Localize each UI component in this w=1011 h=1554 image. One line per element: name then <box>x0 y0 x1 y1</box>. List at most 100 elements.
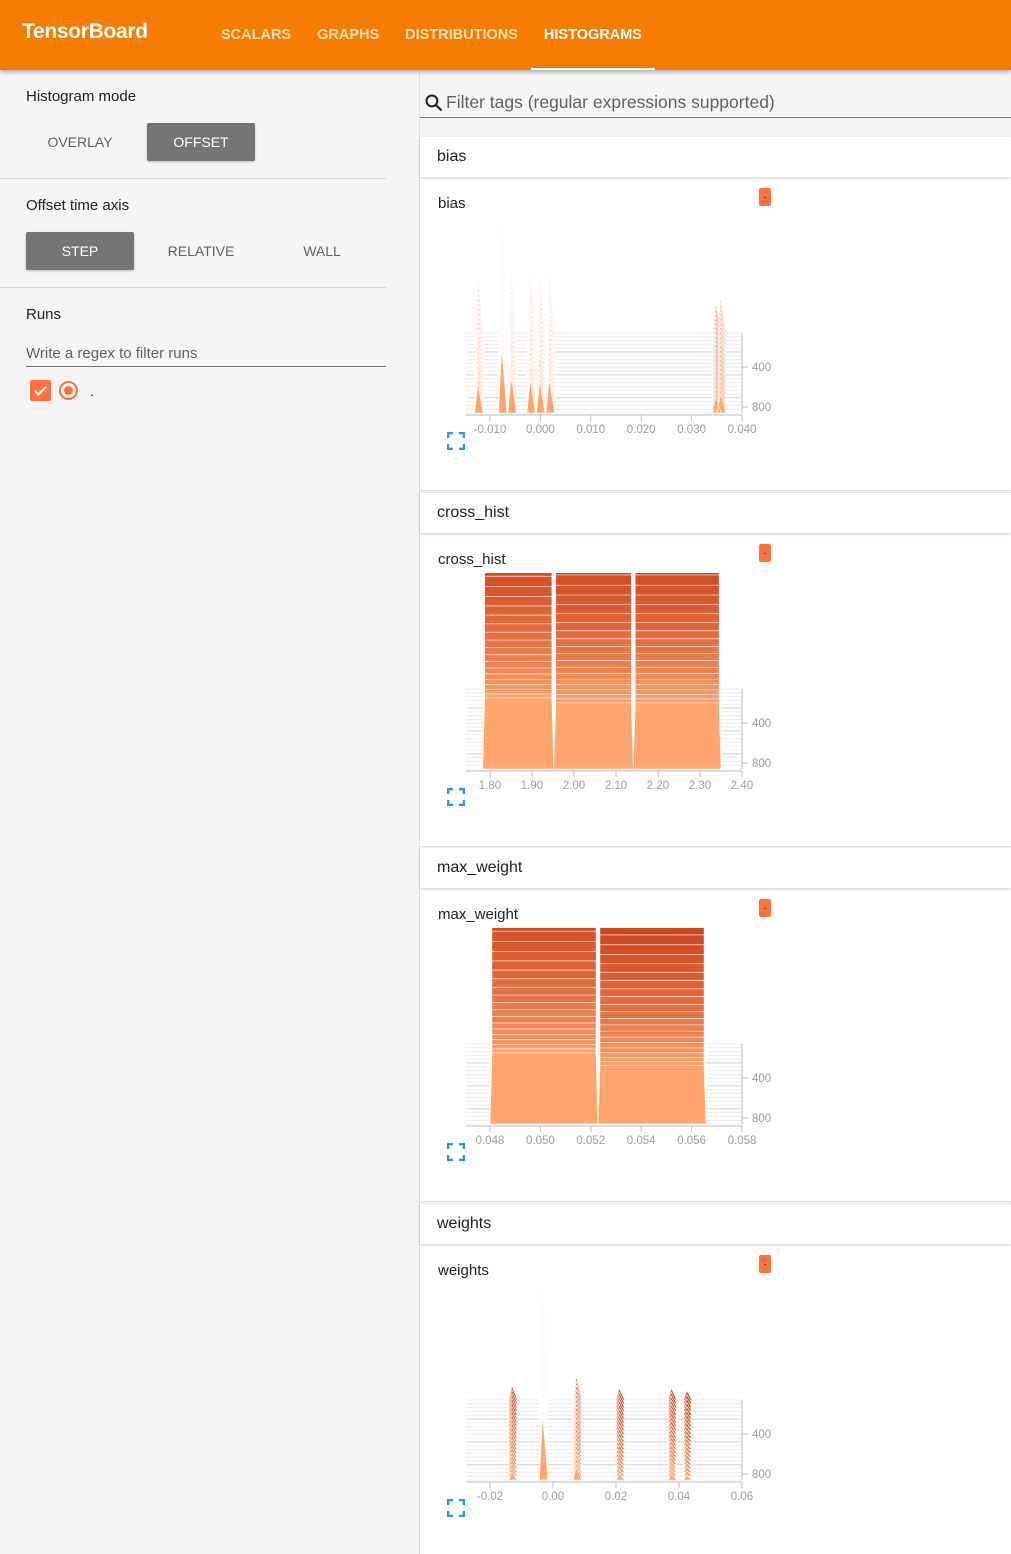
relative-button[interactable]: RELATIVE <box>147 232 255 270</box>
histogram-slice <box>508 1339 693 1435</box>
x-tick-label: 2.00 <box>563 780 585 792</box>
sidebar: Histogram mode OVERLAY OFFSET Offset tim… <box>0 70 420 1554</box>
expand-icon[interactable] <box>447 432 465 450</box>
offset-time-axis-label: Offset time axis <box>26 197 130 214</box>
y-tick-label: 400 <box>752 362 771 374</box>
histogram-slice <box>508 1351 693 1443</box>
x-tick-label: 0.048 <box>476 1135 505 1147</box>
run-color-chip: . <box>759 544 771 562</box>
histogram-mode-label: Histogram mode <box>26 88 137 105</box>
runs-label: Runs <box>26 306 62 323</box>
divider <box>0 287 386 288</box>
y-tick-label: 800 <box>752 402 771 414</box>
histogram-slice <box>508 1288 693 1405</box>
run-color-chip: . <box>759 1255 771 1273</box>
x-tick-label: -0.02 <box>477 1491 503 1503</box>
histogram-slice <box>482 697 722 770</box>
run-color-chip: . <box>759 899 771 917</box>
tab-histograms[interactable]: HISTOGRAMS <box>530 0 655 70</box>
tab-distributions[interactable]: DISTRIBUTIONS <box>392 0 531 70</box>
category-header-max-weight[interactable]: max_weight <box>420 848 1011 888</box>
run-checkbox[interactable] <box>30 380 51 401</box>
x-tick-label: 0.040 <box>728 424 757 436</box>
x-tick-label: 0.054 <box>627 1135 656 1147</box>
x-tick-label: 1.80 <box>479 780 501 792</box>
tab-scalars[interactable]: SCALARS <box>208 0 304 70</box>
x-tick-label: 1.90 <box>521 780 543 792</box>
y-tick-label: 400 <box>752 1429 771 1441</box>
histogram-slice <box>508 1294 693 1408</box>
x-tick-label: 0.010 <box>576 424 605 436</box>
histogram-chart-weights: -0.02 0.00 0.02 0.04 0.06 400 800 <box>466 1284 771 1503</box>
expand-icon[interactable] <box>447 788 465 806</box>
x-tick-label: 0.00 <box>542 1491 564 1503</box>
histogram-slice <box>508 1313 693 1420</box>
card-title: weights <box>438 1262 489 1279</box>
main-content: bias bias . -0.010 0.000 0.010 0.020 0.030 0.… <box>420 70 1011 1554</box>
y-tick-label: 400 <box>752 1073 771 1085</box>
x-tick-label: 0.020 <box>627 424 656 436</box>
histogram-slice <box>508 1284 693 1401</box>
divider <box>0 178 386 179</box>
tag-filter-input[interactable] <box>446 88 1006 116</box>
histogram-slice <box>508 1307 693 1416</box>
run-color-chip: . <box>759 188 771 206</box>
card-title: cross_hist <box>438 551 506 568</box>
y-tick-label: 800 <box>752 1469 771 1481</box>
x-tick-label: 0.056 <box>677 1135 706 1147</box>
histogram-card-max-weight: max_weight . 0.048 0.050 0.052 0.054 0.056 0.… <box>420 888 1011 1202</box>
histogram-chart-cross-hist: 1.80 1.90 2.00 2.10 2.20 2.30 2.40 400 800 <box>466 573 771 792</box>
x-tick-label: 2.10 <box>605 780 627 792</box>
category-header-weights[interactable]: weights <box>420 1204 1011 1244</box>
histogram-card-bias: bias . -0.010 0.000 0.010 0.020 0.030 0.040 40… <box>420 177 1011 491</box>
card-title: bias <box>438 195 466 212</box>
category-header-cross-hist[interactable]: cross_hist <box>420 493 1011 533</box>
histogram-chart-bias: -0.010 0.000 0.010 0.020 0.030 0.040 400 800 <box>466 217 771 436</box>
check-icon <box>34 385 47 397</box>
expand-icon[interactable] <box>447 1499 465 1517</box>
x-tick-label: 0.030 <box>677 424 706 436</box>
histogram-slice <box>508 1370 693 1454</box>
run-name: . <box>90 382 94 399</box>
offset-button[interactable]: OFFSET <box>147 123 255 161</box>
x-tick-label: 2.30 <box>689 780 711 792</box>
category-header-bias[interactable]: bias <box>420 137 1011 177</box>
overlay-button[interactable]: OVERLAY <box>26 123 134 161</box>
x-tick-label: 0.058 <box>728 1135 757 1147</box>
y-tick-label: 800 <box>752 758 771 770</box>
histogram-card-weights: weights . -0.02 0.00 0.02 0.04 0.06 400 800 <box>420 1244 1011 1554</box>
histogram-slice <box>508 1415 693 1481</box>
histogram-slice <box>508 1300 693 1412</box>
x-tick-label: 0.050 <box>526 1135 555 1147</box>
histogram-slice <box>508 1345 693 1439</box>
histogram-slice <box>508 1332 693 1431</box>
y-tick-label: 400 <box>752 718 771 730</box>
tag-filter <box>420 88 1011 118</box>
x-tick-label: 0.06 <box>731 1491 753 1503</box>
run-row: . <box>30 380 94 401</box>
top-bar: TensorBoard SCALARS GRAPHS DISTRIBUTIONS… <box>0 0 1011 70</box>
run-radio[interactable] <box>59 381 78 400</box>
step-button[interactable]: STEP <box>26 232 134 270</box>
x-tick-label: 2.40 <box>731 780 753 792</box>
histogram-slice <box>508 1377 693 1458</box>
histogram-slice <box>508 1396 693 1469</box>
x-tick-label: 0.000 <box>526 424 555 436</box>
x-tick-label: 2.20 <box>647 780 669 792</box>
expand-icon[interactable] <box>447 1143 465 1161</box>
x-tick-label: 0.02 <box>605 1491 627 1503</box>
x-tick-label: 0.04 <box>668 1491 691 1503</box>
x-tick-label: -0.010 <box>474 424 507 436</box>
run-filter-input[interactable] <box>26 341 386 367</box>
radio-dot <box>64 386 73 395</box>
tab-graphs[interactable]: GRAPHS <box>304 0 392 70</box>
histogram-slice <box>508 1364 693 1450</box>
histogram-slice <box>508 1358 693 1447</box>
wall-button[interactable]: WALL <box>268 232 376 270</box>
y-tick-label: 800 <box>752 1113 771 1125</box>
nav-tabs: SCALARS GRAPHS DISTRIBUTIONS HISTOGRAMS <box>208 0 655 70</box>
histogram-slice <box>508 1402 693 1473</box>
search-icon <box>425 94 443 112</box>
brand-title[interactable]: TensorBoard <box>22 20 148 44</box>
card-title: max_weight <box>438 906 519 923</box>
